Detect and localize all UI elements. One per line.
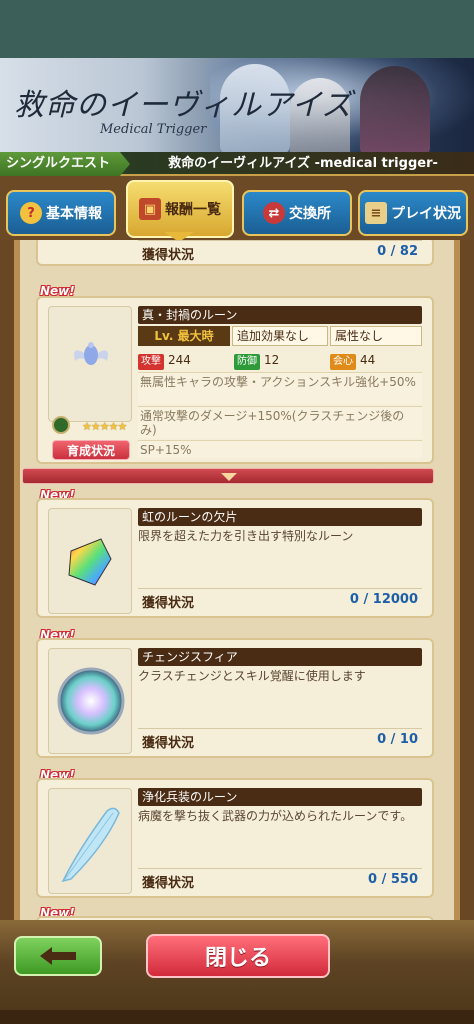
- reward-card-rune[interactable]: ★★★★★ 育成状況 真・封禍のルーン Lv. 最大時 追加効果なし 属性なし …: [36, 296, 434, 464]
- training-status-button[interactable]: 育成状況: [52, 440, 130, 460]
- reward-list[interactable]: 獲得状況 0 / 82 New! ★★★★★ 育成状況 真・封禍のルーン Lv.…: [0, 240, 474, 920]
- winged-rune-icon: [74, 342, 108, 365]
- status-label: 獲得状況: [142, 248, 195, 263]
- rune-effect-2: 通常攻撃のダメージ+150%(クラスチェンジ後のみ): [138, 406, 422, 438]
- back-button[interactable]: [14, 936, 102, 976]
- rune-meta-row: Lv. 最大時 追加効果なし 属性なし: [138, 326, 422, 348]
- rune-effect-3: SP+15%: [138, 440, 422, 458]
- item-name: チェンジスフィア: [138, 648, 422, 666]
- item-description: クラスチェンジとスキル覚醒に使用します: [138, 669, 366, 683]
- stat-value: 44: [360, 353, 376, 367]
- close-button[interactable]: 閉じる: [146, 934, 330, 978]
- collapse-toggle[interactable]: [22, 468, 434, 484]
- acquisition-status: 獲得状況 0 / 12000: [138, 588, 422, 611]
- item-thumbnail: [48, 788, 132, 894]
- exchange-bag-icon: ⇄: [263, 202, 285, 224]
- banner-logo: 救命のイーヴィルアイズ: [14, 88, 353, 123]
- reward-card[interactable]: 虹のルーンの欠片 限界を超えた力を引き出す特別なルーン 獲得状況 0 / 120…: [36, 498, 434, 618]
- reward-card[interactable]: 浄化兵装のルーン 病魔を撃ち抜く武器の力が込められたルーンです。 獲得状況 0 …: [36, 778, 434, 898]
- rune-stats: 攻撃 244 防御 12 会心 44: [138, 350, 422, 370]
- tab-label: プレイ状況: [391, 206, 461, 222]
- item-name: 虹のルーンの欠片: [138, 508, 422, 526]
- tab-label: 交換所: [289, 206, 331, 222]
- item-description: 病魔を撃ち抜く武器の力が込められたルーンです。: [138, 809, 413, 823]
- rainbow-shard-icon: [68, 538, 112, 586]
- stat-defense: 防御 12: [234, 350, 326, 370]
- attribute-icon: [52, 416, 70, 434]
- status-value: 0 / 10: [377, 732, 418, 747]
- footer-bar: 閉じる: [0, 920, 474, 1024]
- tab-label: 報酬一覧: [165, 202, 221, 218]
- status-value: 0 / 82: [377, 244, 418, 259]
- event-banner: 救命のイーヴィルアイズ Medical Trigger: [0, 58, 474, 152]
- rune-extra-effect: 追加効果なし: [232, 326, 328, 346]
- reward-card-partial: 獲得状況 0 / 82: [36, 240, 434, 266]
- banner-logo-subtitle: Medical Trigger: [100, 122, 207, 137]
- tab-play-status[interactable]: ≡ プレイ状況: [358, 190, 468, 236]
- quest-bar: シングルクエスト 救命のイーヴィルアイズ -medical trigger-: [0, 152, 474, 176]
- footer-band: [0, 1010, 474, 1024]
- tab-label: 基本情報: [46, 206, 102, 222]
- tab-exchange[interactable]: ⇄ 交換所: [242, 190, 352, 236]
- quest-type-label: シングルクエスト: [0, 152, 130, 176]
- treasure-chest-icon: ▣: [139, 198, 161, 220]
- item-name: 真・封禍のルーン: [138, 306, 422, 324]
- rune-level: Lv. 最大時: [138, 326, 230, 346]
- stat-critical: 会心 44: [330, 350, 422, 370]
- stat-tag: 会心: [330, 354, 356, 370]
- status-label: 獲得状況: [142, 736, 195, 751]
- status-value: 0 / 550: [368, 872, 418, 887]
- stat-value: 12: [264, 353, 280, 367]
- scroll-icon: ≡: [365, 202, 387, 224]
- banner-character-3: [360, 66, 430, 152]
- rune-thumbnail: [48, 306, 132, 422]
- item-thumbnail: [48, 648, 132, 754]
- acquisition-status: 獲得状況 0 / 550: [138, 868, 422, 891]
- quest-name: 救命のイーヴィルアイズ -medical trigger-: [168, 156, 438, 171]
- stat-value: 244: [168, 353, 191, 367]
- tab-basic-info[interactable]: ? 基本情報: [6, 190, 116, 236]
- question-icon: ?: [20, 202, 42, 224]
- item-thumbnail: [48, 508, 132, 614]
- rune-attribute: 属性なし: [330, 326, 422, 346]
- acquisition-status: 獲得状況 0 / 82: [138, 240, 422, 263]
- stat-tag: 防御: [234, 354, 260, 370]
- item-description: 限界を超えた力を引き出す特別なルーン: [138, 529, 354, 543]
- chevron-down-icon: [221, 473, 237, 481]
- arrow-left-icon: [40, 947, 76, 965]
- status-bar: [0, 0, 474, 58]
- item-name: 浄化兵装のルーン: [138, 788, 422, 806]
- acquisition-status: 獲得状況 0 / 10: [138, 728, 422, 751]
- feather-rune-icon: [61, 807, 120, 883]
- reward-card[interactable]: チェンジスフィア クラスチェンジとスキル覚醒に使用します 獲得状況 0 / 10: [36, 638, 434, 758]
- status-value: 0 / 12000: [349, 592, 418, 607]
- sphere-icon: [57, 667, 125, 735]
- rarity-stars: ★★★★★: [82, 420, 127, 433]
- stat-tag: 攻撃: [138, 354, 164, 370]
- status-label: 獲得状況: [142, 596, 195, 611]
- stat-attack: 攻撃 244: [138, 350, 230, 370]
- tab-rewards[interactable]: ▣ 報酬一覧: [126, 180, 234, 238]
- status-label: 獲得状況: [142, 876, 195, 891]
- rune-effect-1: 無属性キャラの攻撃・アクションスキル強化+50%: [138, 372, 422, 404]
